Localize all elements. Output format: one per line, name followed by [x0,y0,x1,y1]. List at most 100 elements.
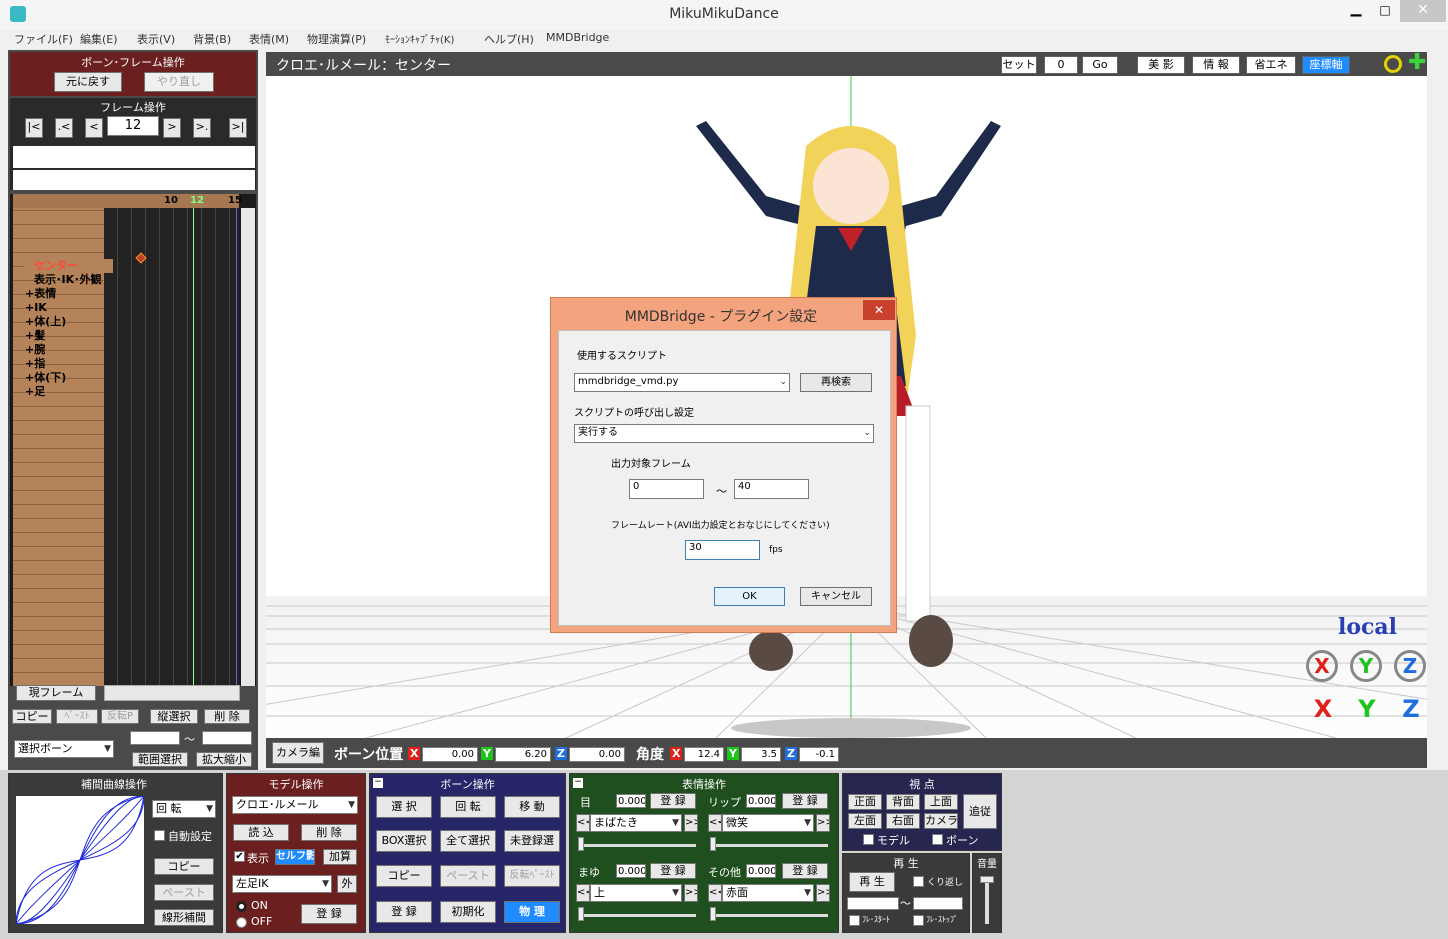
loop-checkbox[interactable] [913,876,924,887]
lip-slider[interactable] [710,844,828,847]
camera-edit-button[interactable]: カメラ編 [272,742,324,764]
bone-move-button[interactable]: 移 動 [504,796,560,818]
zoom-icon[interactable] [1384,55,1402,73]
shadow-button[interactable]: 美 影 [1137,56,1185,74]
view-front-button[interactable]: 正面 [848,794,882,810]
other-slider[interactable] [710,914,828,917]
cancel-button[interactable]: キャンセル [800,587,872,606]
pos-y-input[interactable]: 6.20 [495,747,551,762]
timeline-row-label[interactable]: +髪 [24,329,113,343]
interp-copy-button[interactable]: コピー [154,858,214,875]
eye-slider-thumb[interactable] [578,837,584,851]
model-load-button[interactable]: 読 込 [233,824,289,841]
rotate-x-icon[interactable]: X [1306,650,1338,682]
bone-paste-button[interactable]: ペースト [440,865,496,887]
self-shadow-button[interactable]: セルフ影 [275,849,315,865]
pos-x-input[interactable]: 0.00 [422,747,478,762]
ik-dropdown[interactable]: 左足IK ▼ [232,875,332,893]
bone-init-button[interactable]: 初期化 [440,901,496,923]
go-button[interactable]: Go [1082,56,1118,74]
move-x-icon[interactable]: X [1306,694,1340,724]
menu-help[interactable]: ヘルプ(H) [484,31,534,47]
prev-frame-button[interactable]: < [85,118,103,138]
eye-prev-button[interactable]: << [576,814,590,832]
menu-motion-capture[interactable]: ﾓｰｼｮﾝｷｬﾌﾟﾁｬ(K) [385,31,454,46]
rotate-z-icon[interactable]: Z [1394,650,1426,682]
timeline-row-label[interactable]: +IK [24,301,113,315]
other-dropdown[interactable]: 赤面 ▼ [722,884,814,902]
model-register-button[interactable]: 登 録 [301,904,357,924]
play-start-input[interactable] [847,897,899,910]
play-button[interactable]: 再 生 [849,872,895,892]
box-select-button[interactable]: BOX選択 [376,830,432,852]
frame-to-input[interactable]: 40 [734,479,809,499]
bone-register-button[interactable]: 登 録 [376,901,432,923]
lip-register-button[interactable]: 登 録 [782,793,828,809]
range-end-input[interactable] [202,731,252,745]
view-top-button[interactable]: 上面 [924,794,958,810]
menu-mmdbridge[interactable]: MMDBridge [546,31,609,44]
first-frame-button[interactable]: |< [25,118,43,138]
frame-stop-checkbox[interactable] [913,915,924,926]
next-key-button[interactable]: >. [193,118,211,138]
eye-slider[interactable] [578,844,696,847]
bone-select-button[interactable]: 選 択 [376,796,432,818]
add-button[interactable]: 加算 [323,849,357,865]
range-start-input[interactable] [130,731,180,745]
delete-frame-button[interactable]: 削 除 [204,709,250,724]
horizontal-scrollbar[interactable] [104,685,240,701]
interp-curve-editor[interactable] [16,796,144,924]
move-y-icon[interactable]: Y [1350,694,1384,724]
volume-slider[interactable] [985,876,989,924]
minimize-button[interactable]: ▁ [1342,0,1370,22]
timeline-row-label[interactable]: +表情 [24,287,113,301]
off-radio[interactable] [236,917,247,928]
close-window-button[interactable]: ✕ [1400,0,1446,22]
frame-from-input[interactable]: 0 [629,479,704,499]
timeline-scrollbar[interactable] [241,208,255,686]
model-delete-button[interactable]: 削 除 [301,824,357,841]
unregistered-select-button[interactable]: 未登録選 [504,830,560,852]
prev-key-button[interactable]: .< [55,118,73,138]
interp-paste-button[interactable]: ペースト [154,884,214,901]
range-select-button[interactable]: 範囲選択 [132,752,188,767]
timeline-row-label[interactable]: 表示･IK･外観 [24,273,113,287]
on-radio[interactable] [236,901,247,912]
brow-next-button[interactable]: >> [684,884,698,902]
scale-button[interactable]: 拡大縮小 [196,752,252,767]
timeline-row-label[interactable]: +指 [24,357,113,371]
script-dropdown[interactable]: mmdbridge_vmd.py ⌄ [574,373,790,392]
timeline-row-label[interactable]: センター [24,259,113,273]
model-checkbox[interactable] [863,834,874,845]
dialog-close-button[interactable]: ✕ [863,300,895,320]
view-back-button[interactable]: 背面 [886,794,920,810]
select-all-button[interactable]: 全て選択 [440,830,496,852]
view-left-button[interactable]: 左面 [848,813,882,829]
eye-next-button[interactable]: >> [684,814,698,832]
bone-reverse-paste-button[interactable]: 反転ﾍﾟｰｽﾄ [504,865,560,887]
axis-button[interactable]: 座標軸 [1302,56,1350,74]
lip-value[interactable]: 0.000 [746,794,776,808]
timeline-row-label[interactable]: +体(下) [24,371,113,385]
volume-slider-thumb[interactable] [980,876,994,883]
brow-prev-button[interactable]: << [576,884,590,902]
copy-frame-button[interactable]: コピー [12,709,52,724]
eye-value[interactable]: 0.000 [616,794,646,808]
undo-button[interactable]: 元に戻す [54,72,122,92]
set-frame-input[interactable]: 0 [1044,56,1078,74]
timeline-row-label[interactable]: +足 [24,385,113,399]
other-register-button[interactable]: 登 録 [782,863,828,879]
brow-value[interactable]: 0.000 [616,864,646,878]
select-bone-dropdown[interactable]: 選択ボーン ▼ [14,740,114,758]
set-button[interactable]: セット [1001,56,1037,74]
model-dropdown[interactable]: クロエ･ルメール ▼ [232,796,358,814]
interp-axis-dropdown[interactable]: 回 転 ▼ [152,800,216,818]
eye-dropdown[interactable]: まばたき ▼ [590,814,682,832]
eye-register-button[interactable]: 登 録 [650,793,696,809]
menu-view[interactable]: 表示(V) [137,31,175,47]
brow-dropdown[interactable]: 上 ▼ [590,884,682,902]
menu-background[interactable]: 背景(B) [193,31,231,47]
angle-z-input[interactable]: -0.1 [799,747,839,762]
eco-button[interactable]: 省エネ [1246,56,1296,74]
other-value[interactable]: 0.000 [746,864,776,878]
